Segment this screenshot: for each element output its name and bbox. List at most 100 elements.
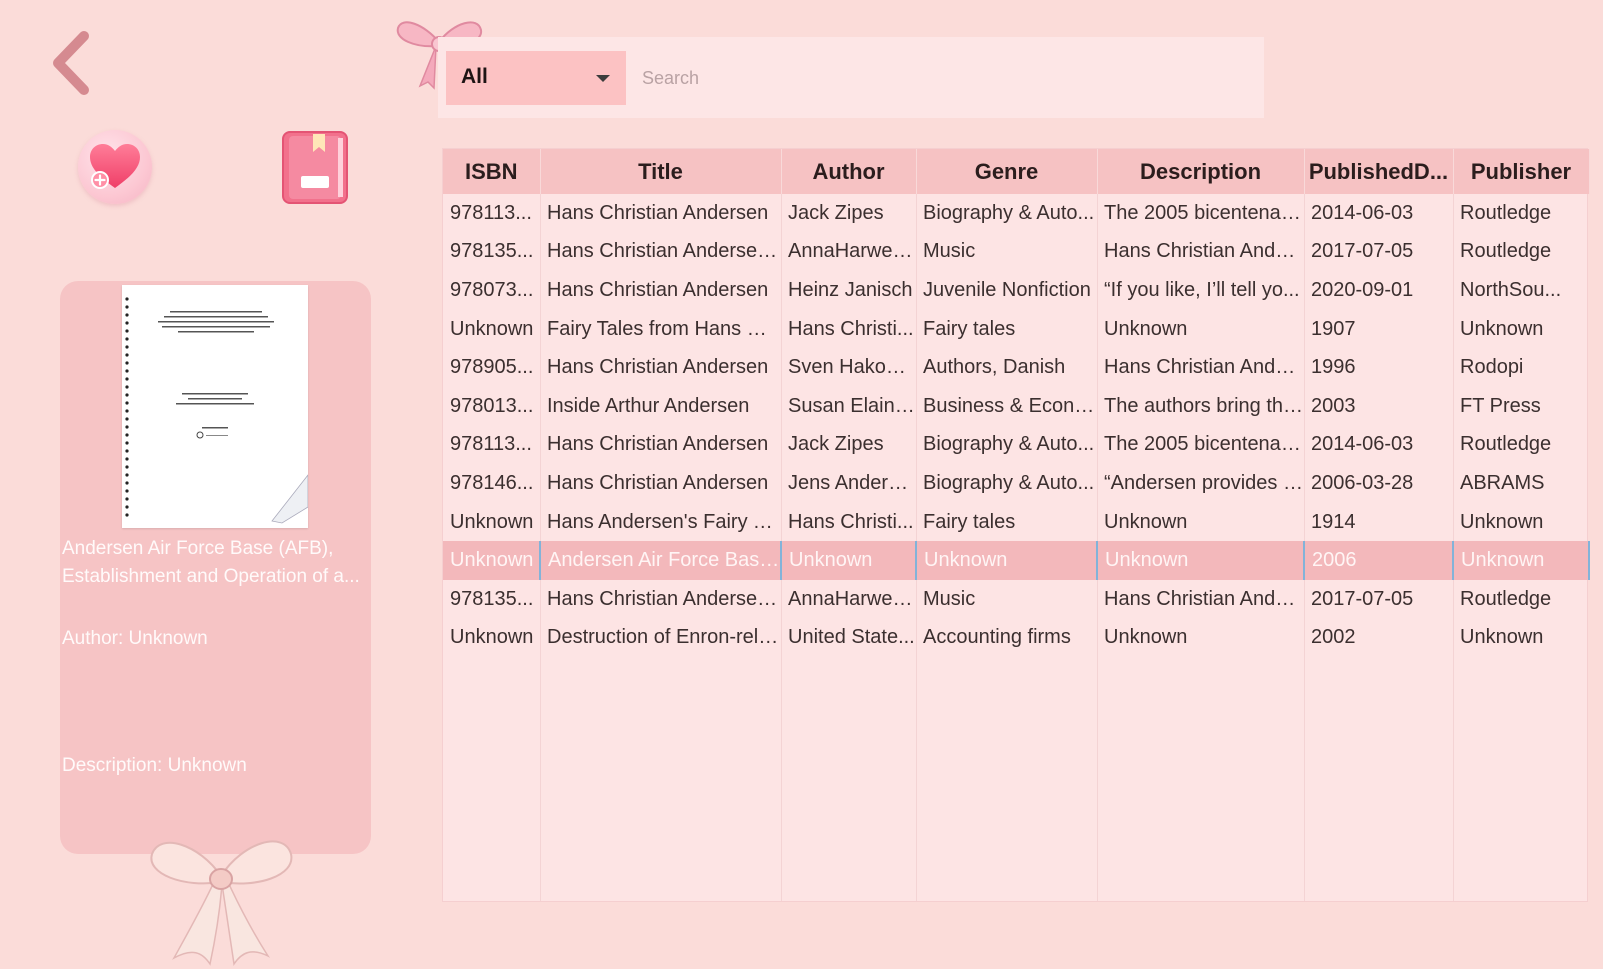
cell-publisher: Unknown: [1460, 626, 1544, 649]
cell-isbn: 978146...: [450, 471, 534, 494]
caret-down-icon: [596, 75, 610, 82]
table-row[interactable]: Unknown Hans Andersen's Fairy Tal... Hans …: [443, 503, 1589, 542]
table-row[interactable]: Unknown Destruction of Enron-rela... Unite…: [443, 619, 1589, 658]
add-favorite-button[interactable]: [78, 130, 152, 204]
column-header-published-date[interactable]: PublishedD...: [1304, 149, 1454, 194]
cell-published-date: 1907: [1311, 317, 1356, 340]
table-row[interactable]: 978113... Hans Christian Andersen Jack Zip…: [443, 426, 1589, 465]
books-table-grid: ISBN Title Author Genre Description Publ…: [443, 149, 1590, 657]
cell-genre: Authors, Danish: [923, 356, 1066, 379]
cell-description: Unknown: [1104, 626, 1188, 649]
cell-genre: Biography & Auto...: [923, 471, 1095, 494]
table-row[interactable]: Unknown Fairy Tales from Hans Chr... Hans …: [443, 310, 1589, 349]
table-row[interactable]: 978135... Hans Christian Andersen ... Anna…: [443, 233, 1589, 272]
cell-genre: Fairy tales: [923, 317, 1016, 340]
cell-author: AnnaHarwell...: [788, 587, 916, 610]
cell-author: United State...: [788, 626, 915, 649]
cell-publisher: Routledge: [1460, 201, 1552, 224]
cell-published-date: 2003: [1311, 394, 1356, 417]
cell-author: Susan Elaine ...: [788, 394, 916, 417]
cell-description: Unknown: [1096, 541, 1304, 580]
cell-isbn: 978135...: [450, 240, 534, 263]
cell-title: Andersen Air Force Base (...: [539, 541, 781, 580]
cell-author: AnnaHarwell...: [788, 240, 916, 263]
column-header-genre[interactable]: Genre: [916, 149, 1098, 194]
column-header-description[interactable]: Description: [1097, 149, 1305, 194]
cell-description: Unknown: [1104, 317, 1188, 340]
cell-genre: Music: [923, 587, 976, 610]
cell-isbn: 978905...: [450, 356, 534, 379]
heart-add-icon: [90, 144, 140, 189]
cell-genre: Juvenile Nonfiction: [923, 278, 1091, 301]
cell-title: Hans Christian Andersen ...: [547, 587, 781, 610]
chevron-left-icon: [53, 31, 89, 95]
cell-description: Hans Christian Ander...: [1104, 356, 1304, 379]
search-input[interactable]: [634, 51, 1244, 105]
cell-publisher: Routledge: [1460, 587, 1552, 610]
cell-title: Fairy Tales from Hans Chr...: [547, 317, 781, 340]
column-header-title[interactable]: Title: [540, 149, 782, 194]
table-row[interactable]: 978146... Hans Christian Andersen Jens And…: [443, 464, 1589, 503]
cell-title: Hans Andersen's Fairy Tal...: [547, 510, 781, 533]
cell-title: Hans Christian Andersen ...: [547, 240, 781, 263]
book-icon: [282, 131, 348, 204]
column-header-isbn[interactable]: ISBN: [443, 149, 541, 194]
cell-publisher: NorthSou...: [1460, 278, 1562, 301]
table-row[interactable]: 978113... Hans Christian Andersen Jack Zip…: [443, 194, 1589, 233]
cell-publisher: ABRAMS: [1460, 471, 1545, 494]
back-button[interactable]: [48, 30, 94, 96]
lace-bow-decoration-icon: [150, 840, 293, 966]
category-filter-select[interactable]: All: [446, 51, 626, 105]
cell-isbn: Unknown: [450, 317, 534, 340]
cell-genre: Biography & Auto...: [923, 433, 1095, 456]
book-title-line-2: Establishment and Operation of a...: [62, 566, 360, 587]
cell-author: Hans Christi...: [788, 317, 914, 340]
book-cover-image: [122, 285, 308, 528]
table-row[interactable]: 978135... Hans Christian Andersen ... Anna…: [443, 580, 1589, 619]
cell-published-date: 2017-07-05: [1311, 587, 1414, 610]
cell-author: Jack Zipes: [788, 433, 884, 456]
cell-publisher: Routledge: [1460, 240, 1552, 263]
cell-title: Hans Christian Andersen: [547, 278, 769, 301]
cell-title: Hans Christian Andersen: [547, 201, 769, 224]
cell-isbn: 978135...: [450, 587, 534, 610]
cell-description: “If you like, I’ll tell yo...: [1104, 278, 1300, 301]
cell-published-date: 2014-06-03: [1311, 433, 1414, 456]
cell-description: Hans Christian Ander...: [1104, 587, 1304, 610]
cell-isbn: 978013...: [450, 394, 534, 417]
cell-description: Unknown: [1104, 510, 1188, 533]
cell-published-date: 2014-06-03: [1311, 201, 1414, 224]
cell-title: Hans Christian Andersen: [547, 471, 769, 494]
cell-isbn: 978073...: [450, 278, 534, 301]
cell-published-date: 2006: [1303, 541, 1453, 580]
search-bar: All: [438, 37, 1264, 118]
table-row[interactable]: Unknown Andersen Air Force Base (... Unkno…: [443, 541, 1590, 580]
book-details-card: Andersen Air Force Base (AFB), Establish…: [60, 281, 371, 854]
table-row[interactable]: 978013... Inside Arthur Andersen Susan Ela…: [443, 387, 1589, 426]
cell-genre: Biography & Auto...: [923, 201, 1095, 224]
cell-author: Hans Christi...: [788, 510, 914, 533]
cell-title: Hans Christian Andersen: [547, 433, 769, 456]
table-row[interactable]: 978905... Hans Christian Andersen Sven Hak…: [443, 348, 1589, 387]
cell-description: The 2005 bicentenary...: [1104, 201, 1304, 224]
cell-genre: Business & Econo...: [923, 394, 1097, 417]
cell-isbn: 978113...: [450, 201, 532, 224]
book-title-line-1: Andersen Air Force Base (AFB),: [62, 538, 334, 559]
column-header-author[interactable]: Author: [781, 149, 917, 194]
table-header-row: ISBN Title Author Genre Description Publ…: [443, 149, 1590, 194]
cell-description: The 2005 bicentenary...: [1104, 433, 1304, 456]
cell-author: Heinz Janisch: [788, 278, 913, 301]
cell-published-date: 2002: [1311, 626, 1356, 649]
cell-published-date: 2006-03-28: [1311, 471, 1414, 494]
cell-genre: Accounting firms: [923, 626, 1071, 649]
column-header-publisher[interactable]: Publisher: [1453, 149, 1590, 194]
cell-publisher: Unknown: [1460, 317, 1544, 340]
cell-isbn: Unknown: [450, 626, 534, 649]
cell-publisher: Unknown: [1460, 510, 1544, 533]
library-button[interactable]: [281, 130, 350, 205]
cell-isbn: Unknown: [450, 510, 534, 533]
table-row[interactable]: 978073... Hans Christian Andersen Heinz Ja…: [443, 271, 1589, 310]
book-author-text: Author: Unknown: [62, 628, 208, 649]
books-table: ISBN Title Author Genre Description Publ…: [442, 148, 1590, 902]
cell-author: Jens Andersen: [788, 471, 916, 494]
